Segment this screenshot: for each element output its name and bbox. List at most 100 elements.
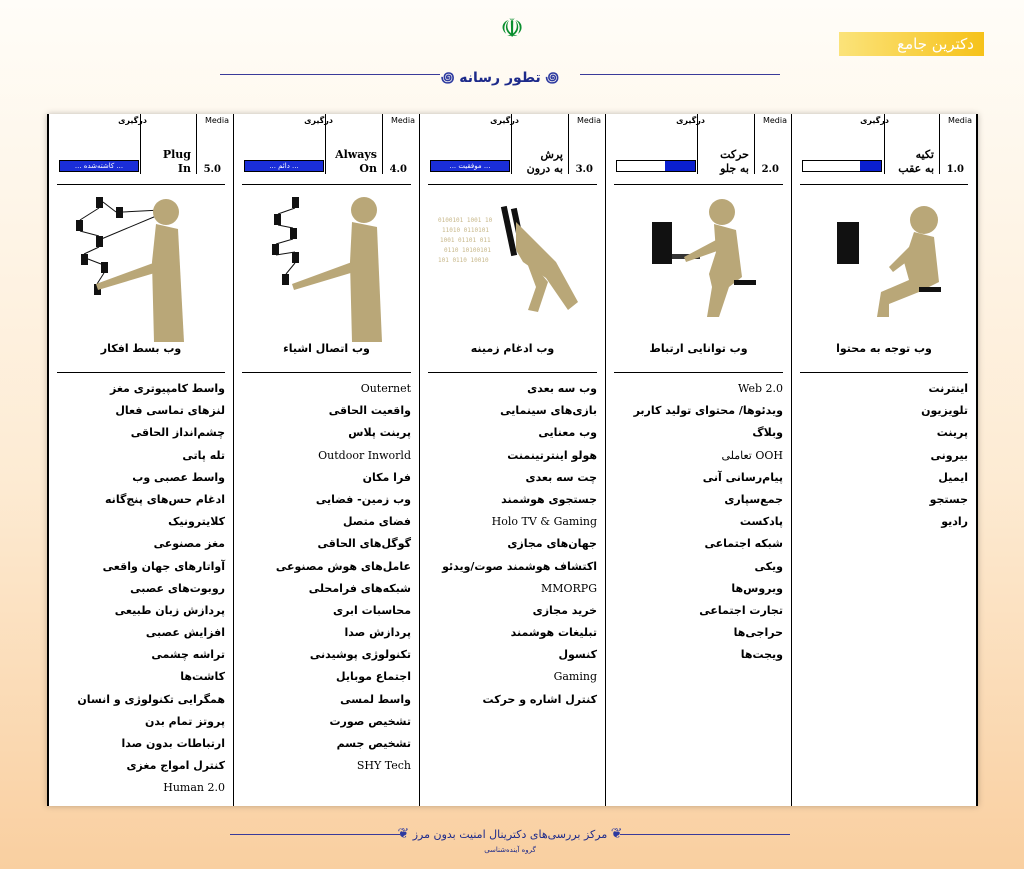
list-item: گوگل‌های الحاقی [317, 537, 411, 551]
list-item: وب سه بعدی [527, 382, 597, 395]
list-item: تله پاتی [182, 448, 225, 462]
list-item: پادکست [739, 515, 783, 529]
list-item: مغز مصنوعی [153, 537, 225, 551]
list-item: تجارت اجتماعی [699, 603, 783, 617]
list-item: فضای متصل [342, 515, 411, 529]
list-item: پرینت پلاس [348, 426, 411, 440]
engagement-bar: ... موفقیت ... [430, 160, 510, 172]
list-item: عامل‌های هوش مصنوعی [275, 559, 411, 573]
evolution-panel: Media درگیری 1.0 تکیه به عقب وب توجه به محتو… [47, 114, 978, 806]
list-item: واسط کامپیوتری مغز [110, 382, 225, 395]
list-item: خرید مجازی [532, 603, 597, 617]
column-web-4: Media درگیری 4.0 Always On ... دائم ... وب ات… [233, 114, 419, 806]
list-item: شبکه‌های فرامحلی [308, 581, 411, 595]
list-item: چشم‌انداز الحاقی [130, 426, 225, 440]
ornament-left-icon: ꩜ [441, 70, 455, 86]
list-item: شبکه اجتماعی [704, 537, 783, 551]
list-item: آواتارهای جهان واقعی [102, 559, 225, 573]
footer-ornament-icon: ❦ [397, 826, 410, 842]
ornament-right-icon: ꩜ [545, 70, 559, 86]
list-item: پردازش زبان طبیعی [114, 603, 225, 617]
media-label: Media [204, 116, 229, 125]
list-item: تبلیغات هوشمند [510, 626, 597, 640]
stage-name: پرش به درون [526, 148, 563, 175]
list-item: واسط لمسی [340, 692, 411, 706]
column-web-1: Media درگیری 1.0 تکیه به عقب وب توجه به محتو… [791, 114, 978, 806]
web-version: 5.0 [203, 164, 221, 175]
footer: ❦ مرکز بررسی‌های دکترینال امنیت بدون مرز… [230, 826, 790, 862]
list-item: واقعیت الحاقی [328, 404, 411, 418]
technology-list: واسط کامپیوتری مغز لنزهای تماسی فعال چشم‌ا… [57, 378, 225, 800]
footer-text: ❦ مرکز بررسی‌های دکترینال امنیت بدون مرز… [397, 826, 623, 842]
list-item: Holo TV & Gaming [491, 515, 597, 529]
list-item: پروتز تمام بدن [144, 714, 225, 728]
list-item: کلایترونیک [168, 515, 225, 529]
list-item: ویروس‌ها [731, 581, 783, 595]
list-item: تکنولوژی پوشیدنی [309, 648, 411, 662]
stage-caption: وب بسط افکار [100, 342, 182, 355]
engagement-bar: ... دائم ... [244, 160, 324, 172]
list-item: پرینت [936, 426, 968, 440]
footer-subtext: گروه آینده‌شناسی [484, 846, 536, 854]
stage-figure-icon [59, 192, 223, 342]
stage-name: Always On [335, 148, 377, 175]
list-item: فرا مکان [362, 470, 411, 484]
media-label: Media [762, 116, 787, 125]
list-item: پیام‌رسانی آنی [702, 470, 783, 484]
stage-figure-icon [244, 192, 409, 342]
list-item: واسط عصبی وب [132, 470, 225, 484]
engagement-bar: ... کاشته‌شده ... [59, 160, 139, 172]
list-item: هولو اینترتینمنت [507, 448, 597, 462]
technology-list: Web 2.0 ویدئوها/ محتوای تولید کاربر وبلاگ O… [614, 378, 783, 666]
list-item: چت سه بعدی [525, 470, 598, 484]
list-item: جهان‌های مجازی [507, 537, 597, 551]
list-item: همگرایی تکنولوژی و انسان [77, 692, 225, 706]
svg-text:101 0110 10010: 101 0110 10010 [438, 257, 489, 264]
list-item: تراشه چشمی [151, 648, 225, 662]
list-item: حراجی‌ها [733, 626, 783, 640]
list-item: بازی‌های سینمایی [500, 404, 597, 418]
stage-caption: وب توانایی ارتباط [649, 342, 748, 355]
svg-text:0100101 1001 10: 0100101 1001 10 [438, 217, 493, 224]
column-web-2: Media درگیری 2.0 حرکت به جلو وب توانایی ارتب… [605, 114, 791, 806]
list-item: OOH تعاملی [721, 448, 783, 462]
technology-list: اینترنت تلویزیون پرینت بیرونی ایمیل جستجو رادی… [800, 378, 968, 533]
page-title-bar: ꩜ تطور رسانه ꩜ [220, 66, 780, 86]
list-item: اکتشاف هوشمند صوت/ویدئو [442, 559, 597, 573]
footer-ornament-icon: ❦ [610, 826, 623, 842]
list-item: Outernet [360, 382, 411, 395]
list-item: اینترنت [928, 382, 969, 395]
web-version: 2.0 [761, 164, 779, 175]
list-item: رادیو [941, 515, 968, 529]
list-item: SHY Tech [356, 759, 411, 773]
list-item: جستجوی هوشمند [501, 492, 597, 506]
list-item: ادغام حس‌های پنج‌گانه [105, 492, 225, 506]
list-item: Human 2.0 [163, 781, 225, 795]
column-web-5: Media درگیری 5.0 Plug In ... کاشته‌شده ... وب… [47, 114, 233, 806]
list-item: تلویزیون [921, 404, 968, 418]
stage-figure-icon [802, 192, 966, 342]
list-item: ویجت‌ها [740, 648, 783, 662]
technology-list: وب سه بعدی بازی‌های سینمایی وب معنایی هولو … [428, 378, 597, 711]
list-item: جمع‌سپاری [724, 492, 783, 506]
media-label: Media [576, 116, 601, 125]
list-item: بیرونی [930, 448, 968, 462]
iran-emblem-icon: ☫ [500, 14, 524, 44]
list-item: محاسبات ابری [332, 603, 411, 617]
engagement-bar [802, 160, 882, 172]
engagement-label: درگیری [118, 116, 147, 125]
list-item: جستجو [929, 492, 968, 506]
list-item: لنزهای تماسی فعال [115, 404, 225, 418]
stage-figure-icon: 0100101 1001 10 11010 0110101 1001 01101 0… [430, 192, 595, 342]
svg-text:0110 10100101: 0110 10100101 [444, 247, 491, 254]
list-item: تشخیص صورت [329, 714, 412, 728]
media-label: Media [390, 116, 415, 125]
list-item: Outdoor Inworld [318, 448, 411, 462]
list-item: ویدئوها/ محتوای تولید کاربر [633, 404, 783, 418]
list-item: Gaming [553, 670, 597, 684]
list-item: کنترل امواج مغزی [126, 759, 225, 773]
stage-name: تکیه به عقب [898, 148, 934, 175]
stage-figure-icon [616, 192, 781, 342]
stage-name: حرکت به جلو [720, 148, 749, 175]
media-label: Media [947, 116, 972, 125]
